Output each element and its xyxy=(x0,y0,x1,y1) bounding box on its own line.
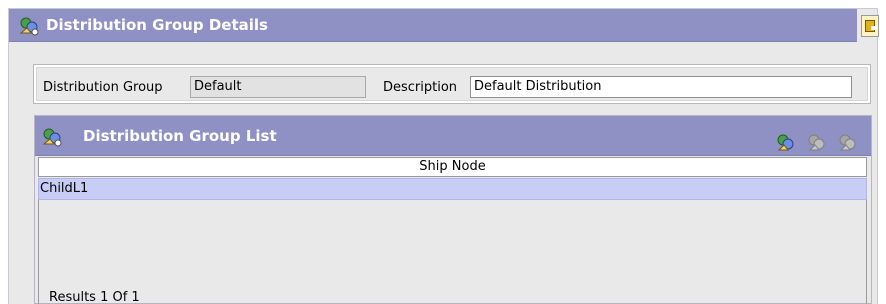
details-title-bar: Distribution Group Details xyxy=(9,9,857,42)
table-border-left xyxy=(38,200,39,304)
save-icon xyxy=(865,20,877,32)
table-border-right xyxy=(866,200,867,304)
list-title: Distribution Group List xyxy=(83,127,277,145)
table-row[interactable]: ChildL1 xyxy=(38,178,867,200)
details-form: Distribution Group Default Description D… xyxy=(33,64,871,104)
delete-icon[interactable] xyxy=(837,132,859,152)
results-count: Results 1 Of 1 xyxy=(49,290,140,304)
distribution-group-icon xyxy=(42,128,62,147)
column-header-ship-node[interactable]: Ship Node xyxy=(38,157,867,177)
details-form-inner: Distribution Group Default Description D… xyxy=(36,67,868,101)
description-label: Description xyxy=(383,80,458,95)
distribution-group-label: Distribution Group xyxy=(43,80,163,95)
description-field[interactable]: Default Distribution xyxy=(470,76,852,98)
save-button[interactable] xyxy=(861,15,879,37)
distribution-group-icon xyxy=(19,17,39,36)
ship-node-table: Ship Node ChildL1 xyxy=(35,157,871,304)
list-title-bar: Distribution Group List xyxy=(35,116,871,156)
save-icon-slot xyxy=(871,26,877,30)
distribution-group-list-panel: Distribution Group List Ship Node ChildL… xyxy=(34,115,872,304)
edit-icon[interactable] xyxy=(806,132,828,152)
distribution-group-field: Default xyxy=(190,76,366,98)
add-icon[interactable] xyxy=(775,132,797,152)
page-title: Distribution Group Details xyxy=(46,16,268,34)
